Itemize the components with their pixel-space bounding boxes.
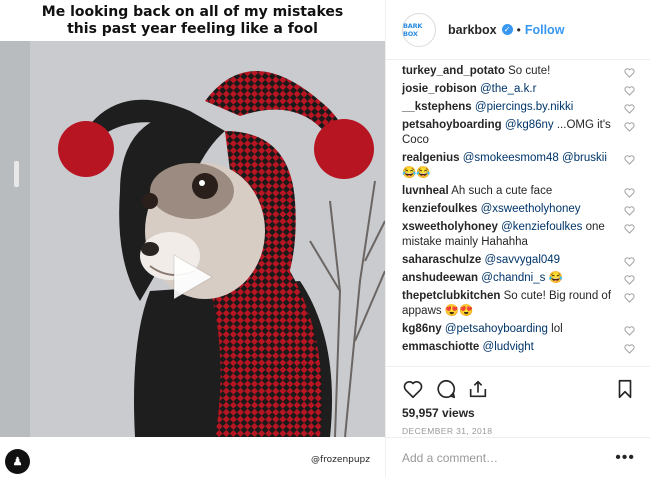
comment-mention[interactable]: @savvygal049: [484, 254, 560, 266]
comment-item: saharaschulze @savvygal049: [402, 253, 650, 268]
post-header: BARK BOX barkbox ✓ • Follow: [386, 0, 650, 60]
video-frame[interactable]: [0, 41, 385, 437]
comment-mention[interactable]: @bruskii: [562, 152, 607, 164]
avatar-logo-text: BARK BOX: [403, 21, 423, 38]
view-count[interactable]: 59,957 views: [402, 406, 635, 420]
comment-item: petsahoyboarding @kg86ny ...OMG it's Coc…: [402, 118, 650, 148]
post-date: DECEMBER 31, 2018: [402, 426, 493, 436]
comment-username[interactable]: petsahoyboarding: [402, 119, 502, 131]
comment-mention[interactable]: @smokeesmom48: [463, 152, 559, 164]
share-icon[interactable]: [467, 378, 489, 400]
comment-username[interactable]: __kstephens: [402, 101, 472, 113]
comment-mention[interactable]: @xsweetholyhoney: [481, 203, 581, 215]
post-actions: 59,957 views DECEMBER 31, 2018: [386, 366, 650, 436]
comment-mention[interactable]: @piercings.by.nikki: [475, 101, 573, 113]
comment-like-heart-icon[interactable]: [624, 104, 635, 114]
comment-username[interactable]: emmaschiotte: [402, 341, 479, 353]
comment-item: __kstephens @piercings.by.nikki: [402, 100, 650, 115]
like-heart-icon[interactable]: [402, 378, 424, 400]
comment-item: thepetclubkitchen So cute! Big round of …: [402, 289, 650, 319]
comment-item: kg86ny @petsahoyboarding lol: [402, 322, 650, 337]
dog-jester-illustration: [0, 41, 385, 437]
post-sidebar: BARK BOX barkbox ✓ • Follow turkey_and_p…: [385, 0, 650, 477]
comment-like-heart-icon[interactable]: [624, 86, 635, 96]
comment-text: 😂😂: [402, 167, 431, 179]
comment-like-heart-icon[interactable]: [624, 257, 635, 267]
comment-mention[interactable]: @kg86ny: [505, 119, 554, 131]
comment-like-heart-icon[interactable]: [624, 122, 635, 132]
comment-text: lol: [551, 323, 563, 335]
profile-bubble-icon[interactable]: ♟: [5, 449, 30, 474]
comment-item: emmaschiotte @ludvight: [402, 340, 650, 355]
bookmark-icon[interactable]: [614, 378, 636, 400]
comment-item: kenziefoulkes @xsweetholyhoney: [402, 202, 650, 217]
separator-dot: •: [516, 22, 521, 37]
comment-like-heart-icon[interactable]: [624, 293, 635, 303]
comment-like-heart-icon[interactable]: [624, 206, 635, 216]
comments-fade: [386, 358, 650, 366]
video-caption-line-1: Me looking back on all of my mistakes: [41, 4, 344, 20]
comment-username[interactable]: turkey_and_potato: [402, 65, 505, 77]
account-username[interactable]: barkbox: [448, 23, 497, 37]
comment-username[interactable]: realgenius: [402, 152, 460, 164]
comment-mention[interactable]: @petsahoyboarding: [445, 323, 548, 335]
comment-mention[interactable]: @the_a.k.r: [480, 83, 536, 95]
comment-like-heart-icon[interactable]: [624, 224, 635, 234]
comment-like-heart-icon[interactable]: [624, 275, 635, 285]
comment-username[interactable]: xsweetholyhoney: [402, 221, 498, 233]
comment-username[interactable]: saharaschulze: [402, 254, 481, 266]
play-icon[interactable]: [162, 247, 222, 307]
account-avatar[interactable]: BARK BOX: [402, 12, 436, 47]
comment-item: turkey_and_potato So cute!: [402, 64, 650, 79]
video-caption: Me looking back on all of my mistakes th…: [0, 4, 385, 38]
comment-text: So cute!: [508, 65, 551, 77]
comment-username[interactable]: anshudeewan: [402, 272, 478, 284]
video-caption-line-2: this past year feeling like a fool: [67, 21, 318, 37]
add-comment-bar: Add a comment… •••: [386, 437, 650, 477]
comment-mention[interactable]: @kenziefoulkes: [501, 221, 582, 233]
comment-text: Ah such a cute face: [451, 185, 553, 197]
comments-list[interactable]: turkey_and_potato So cute! josie_robison …: [386, 61, 650, 366]
video-post: Me looking back on all of my mistakes th…: [0, 0, 385, 477]
comment-like-heart-icon[interactable]: [624, 344, 635, 354]
comment-item: realgenius @smokeesmom48 @bruskii 😂😂: [402, 151, 650, 181]
comment-username[interactable]: josie_robison: [402, 83, 477, 95]
verified-badge-icon: ✓: [501, 24, 513, 35]
comment-like-heart-icon[interactable]: [624, 326, 635, 336]
comment-username[interactable]: kg86ny: [402, 323, 442, 335]
comment-like-heart-icon[interactable]: [624, 68, 635, 78]
comment-item: anshudeewan @chandni_s 😂: [402, 271, 650, 286]
video-watermark: @frozenpupz: [311, 455, 370, 465]
more-options-icon[interactable]: •••: [615, 449, 635, 467]
comment-item: josie_robison @the_a.k.r: [402, 82, 650, 97]
follow-button[interactable]: Follow: [525, 23, 565, 37]
comment-text: 😂: [548, 272, 563, 284]
comment-mention[interactable]: @chandni_s: [481, 272, 545, 284]
add-comment-input[interactable]: Add a comment…: [402, 451, 615, 465]
comment-item: luvnheal Ah such a cute face: [402, 184, 650, 199]
comment-username[interactable]: kenziefoulkes: [402, 203, 477, 215]
comment-like-heart-icon[interactable]: [624, 155, 635, 165]
comment-bubble-icon[interactable]: [435, 378, 457, 400]
comment-like-heart-icon[interactable]: [624, 188, 635, 198]
comment-item: xsweetholyhoney @kenziefoulkes one mista…: [402, 220, 650, 250]
comment-username[interactable]: thepetclubkitchen: [402, 290, 500, 302]
comment-mention[interactable]: @ludvight: [483, 341, 534, 353]
comment-username[interactable]: luvnheal: [402, 185, 449, 197]
